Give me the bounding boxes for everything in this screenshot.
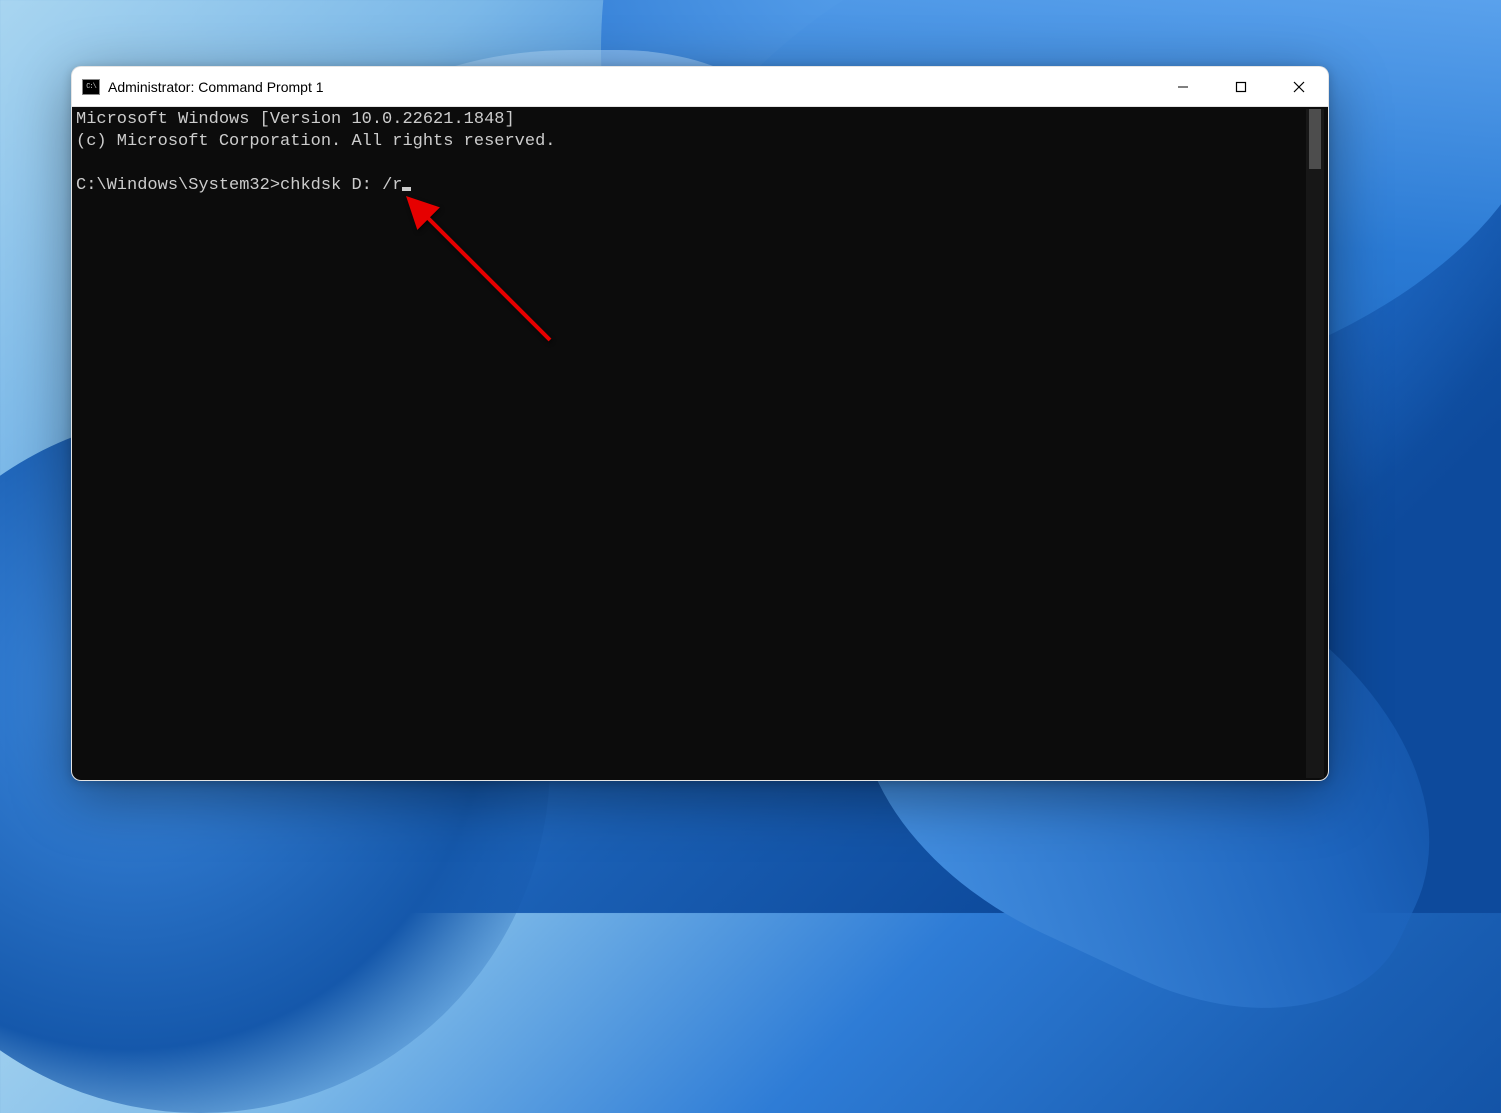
window-title: Administrator: Command Prompt 1 [108, 79, 324, 95]
cmd-app-icon [82, 79, 100, 95]
command-prompt-window: Administrator: Command Prompt 1 Microsof… [71, 66, 1329, 781]
titlebar[interactable]: Administrator: Command Prompt 1 [72, 67, 1328, 107]
window-controls [1154, 67, 1328, 106]
terminal-body[interactable]: Microsoft Windows [Version 10.0.22621.18… [72, 107, 1328, 780]
minimize-button[interactable] [1154, 67, 1212, 106]
terminal-command-input[interactable]: chkdsk D: /r [280, 176, 402, 195]
terminal-cursor [402, 187, 411, 191]
terminal-prompt: C:\Windows\System32> [76, 176, 280, 195]
maximize-button[interactable] [1212, 67, 1270, 106]
terminal-output[interactable]: Microsoft Windows [Version 10.0.22621.18… [76, 109, 1306, 778]
close-button[interactable] [1270, 67, 1328, 106]
terminal-header-line: (c) Microsoft Corporation. All rights re… [76, 132, 555, 151]
terminal-header-line: Microsoft Windows [Version 10.0.22621.18… [76, 110, 515, 129]
scrollbar-thumb[interactable] [1309, 109, 1321, 169]
scrollbar-vertical[interactable] [1306, 109, 1324, 778]
